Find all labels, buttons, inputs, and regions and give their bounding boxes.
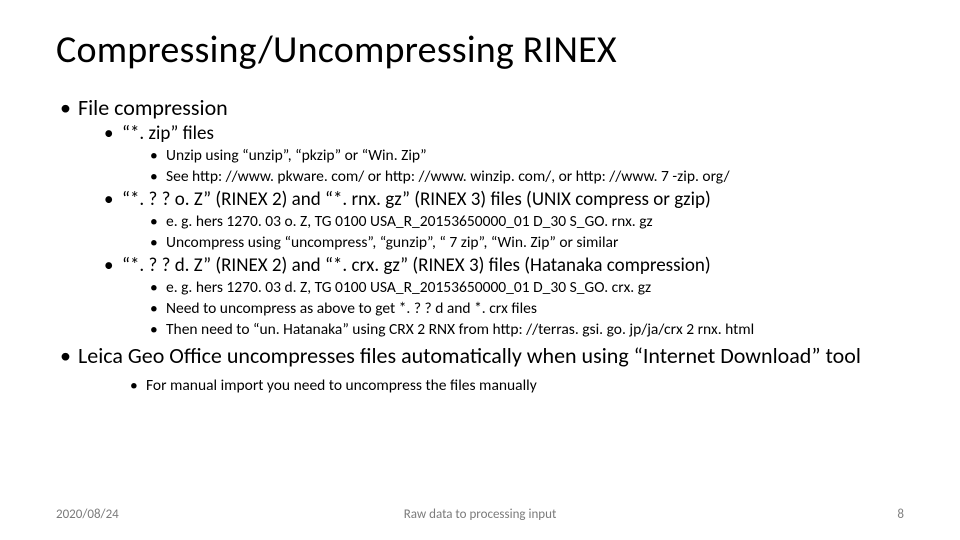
text: e. g. hers 1270. 03 o. Z, TG 0100 USA_R_… — [166, 212, 653, 231]
bullet-zip-a: Unzip using “unzip”, “pkzip” or “Win. Zi… — [146, 146, 904, 166]
bullet-dz-files: “*. ? ? d. Z” (RINEX 2) and “*. crx. gz”… — [102, 254, 904, 340]
slide-body: File compression “*. zip” files Unzip us… — [56, 94, 904, 396]
footer-page-number: 8 — [897, 507, 904, 522]
bullet-oz-files: “*. ? ? o. Z” (RINEX 2) and “*. rnx. gz”… — [102, 188, 904, 253]
bullet-dz-b: Need to uncompress as above to get *. ? … — [146, 299, 904, 319]
bullet-file-compression: File compression “*. zip” files Unzip us… — [56, 94, 904, 340]
bullet-dz-c: Then need to “un. Hatanaka” using CRX 2 … — [146, 320, 904, 340]
bullet-zip-files: “*. zip” files Unzip using “unzip”, “pkz… — [102, 122, 904, 187]
text: See http: //www. pkware. com/ or http: /… — [166, 167, 730, 186]
bullet-oz-b: Uncompress using “uncompress”, “gunzip”,… — [146, 233, 904, 253]
bullet-zip-b: See http: //www. pkware. com/ or http: /… — [146, 167, 904, 187]
bullet-oz-a: e. g. hers 1270. 03 o. Z, TG 0100 USA_R_… — [146, 212, 904, 232]
text: Need to uncompress as above to get *. ? … — [166, 299, 537, 318]
bullet-dz-a: e. g. hers 1270. 03 d. Z, TG 0100 USA_R_… — [146, 278, 904, 298]
text: “*. ? ? o. Z” (RINEX 2) and “*. rnx. gz”… — [122, 188, 711, 211]
text: “*. ? ? d. Z” (RINEX 2) and “*. crx. gz”… — [122, 254, 711, 277]
bullet-leica: Leica Geo Office uncompresses files auto… — [56, 342, 904, 396]
footer-title: Raw data to processing input — [0, 507, 960, 522]
text: “*. zip” files — [122, 122, 214, 145]
bullet-leica-a: For manual import you need to uncompress… — [126, 376, 904, 396]
text: Leica Geo Office uncompresses files auto… — [78, 342, 861, 369]
text: Then need to “un. Hatanaka” using CRX 2 … — [166, 320, 754, 339]
slide: Compressing/Uncompressing RINEX File com… — [0, 0, 960, 540]
text: e. g. hers 1270. 03 d. Z, TG 0100 USA_R_… — [166, 278, 651, 297]
slide-title: Compressing/Uncompressing RINEX — [56, 30, 904, 72]
text: Unzip using “unzip”, “pkzip” or “Win. Zi… — [166, 146, 427, 165]
text: For manual import you need to uncompress… — [146, 376, 537, 395]
text: Uncompress using “uncompress”, “gunzip”,… — [166, 233, 618, 252]
text: File compression — [78, 94, 228, 121]
